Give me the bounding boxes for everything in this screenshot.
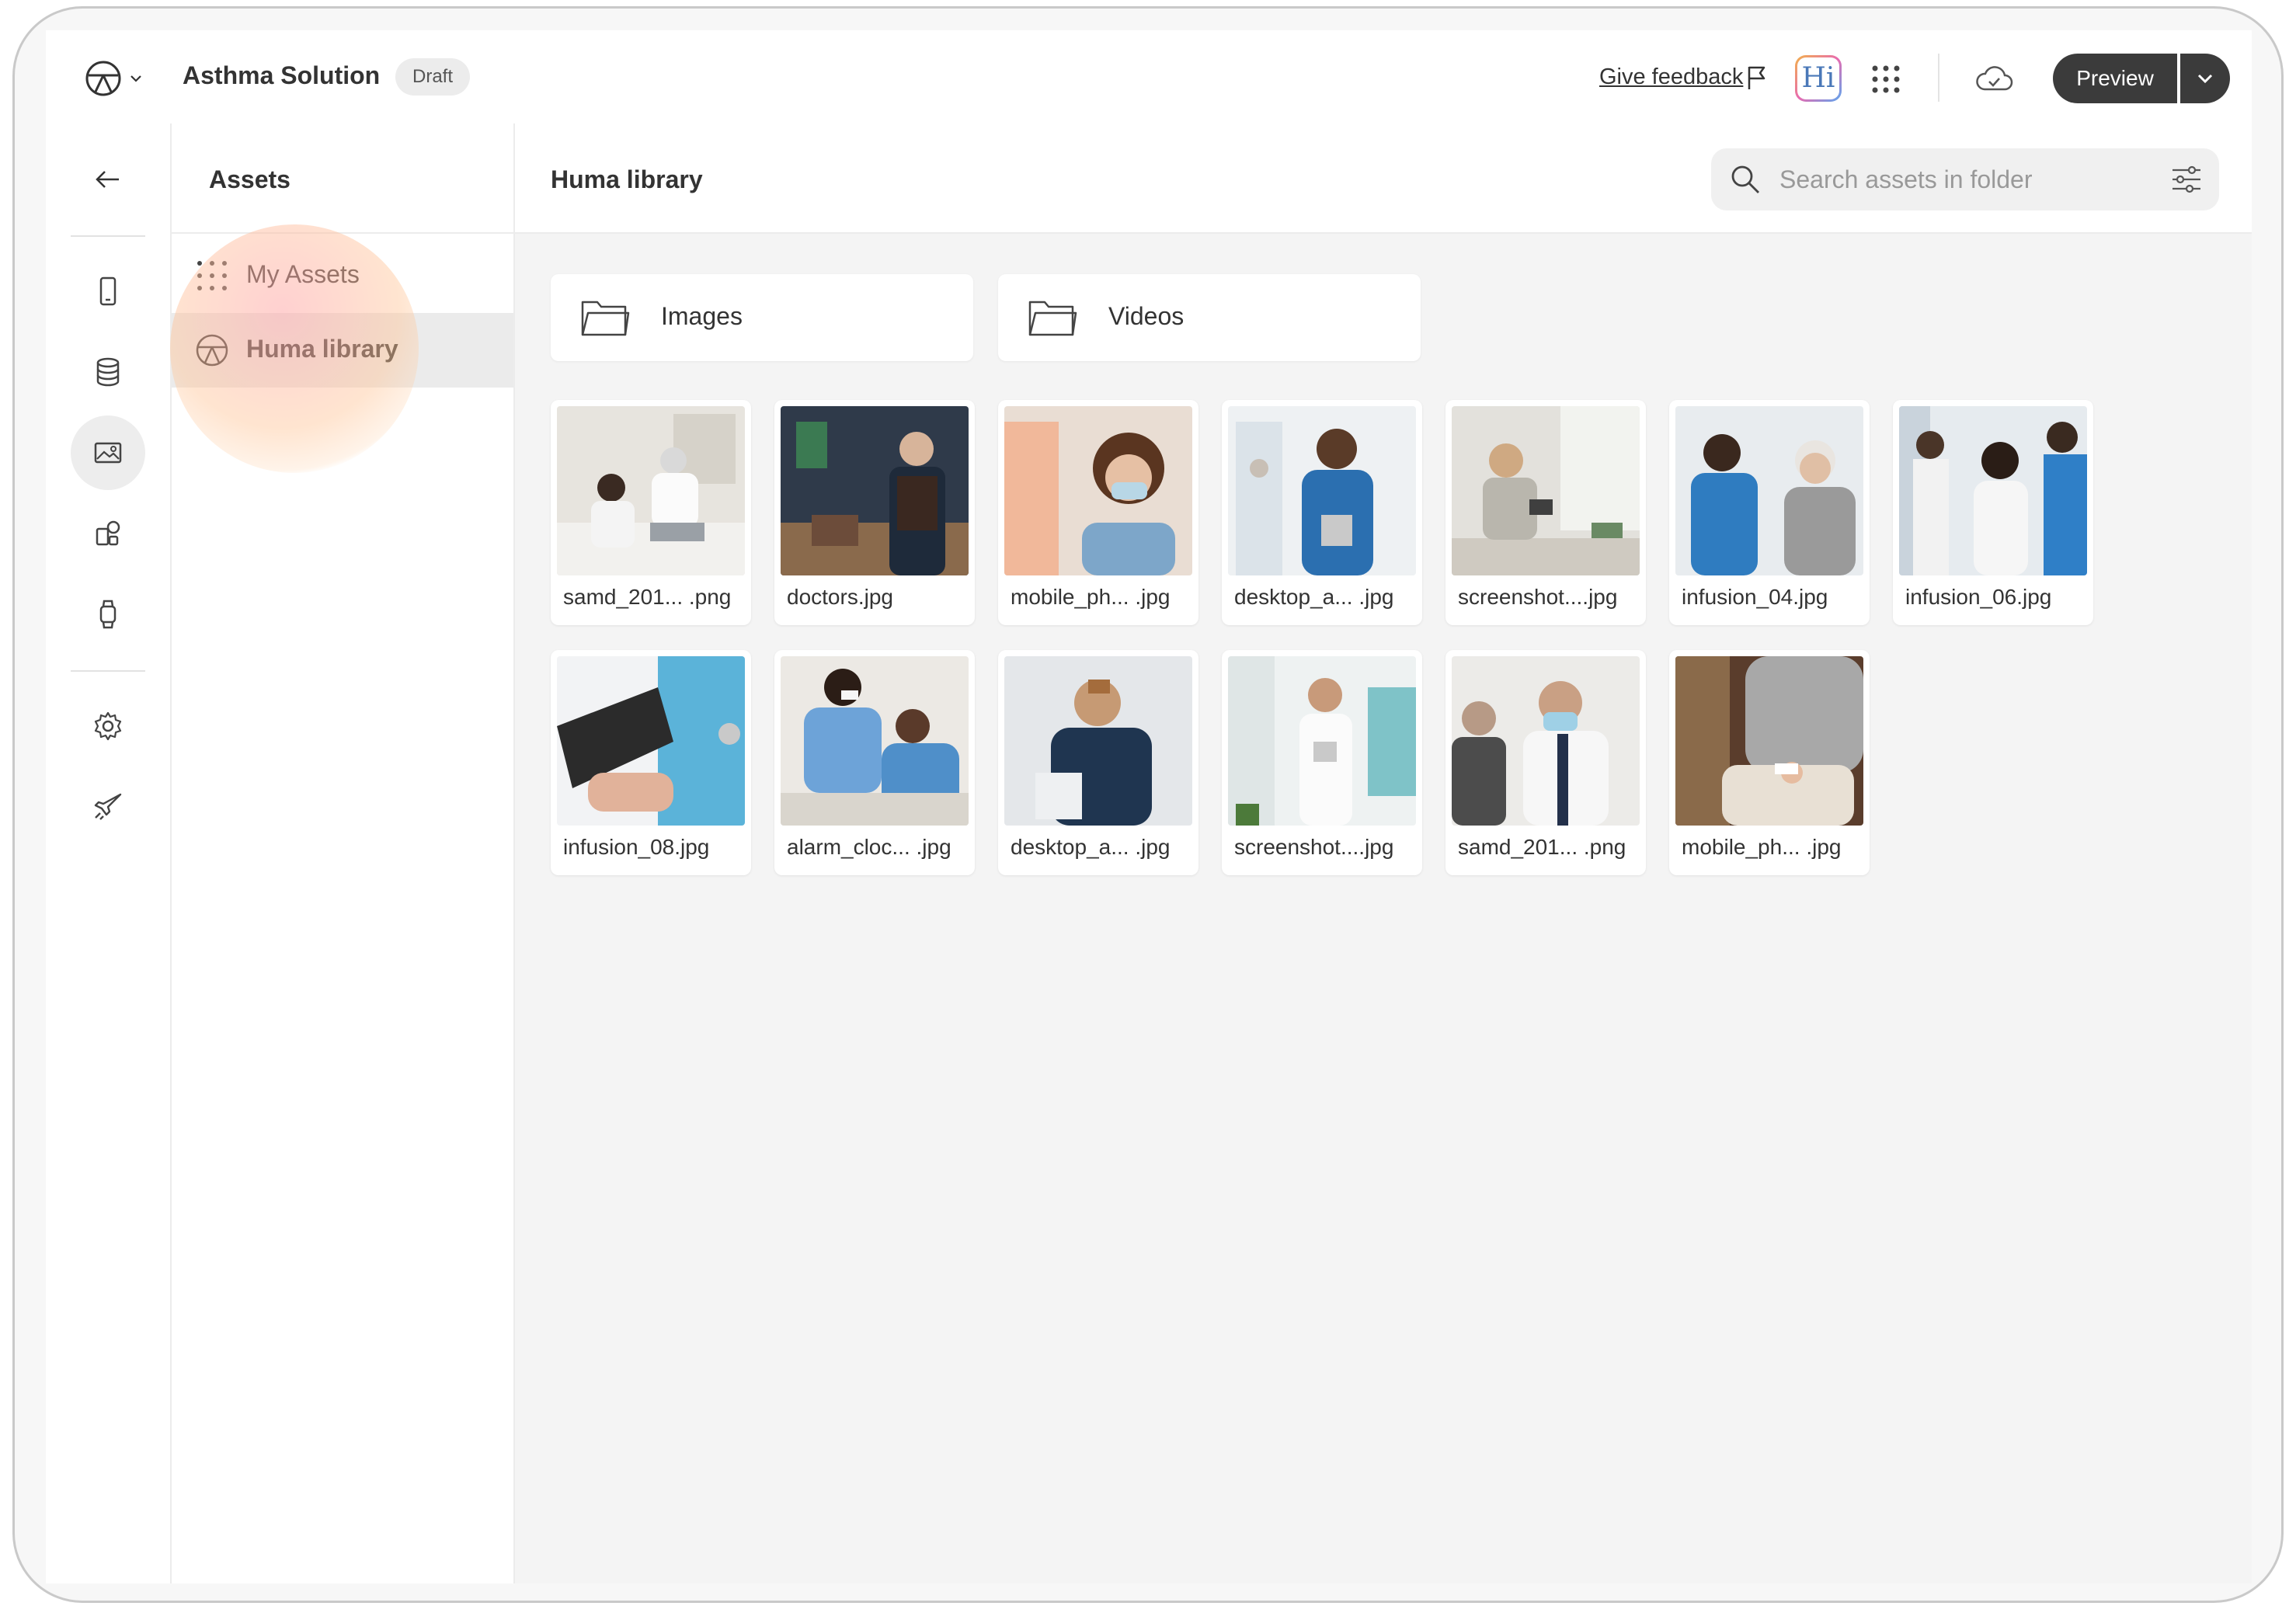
chevron-down-icon[interactable]	[128, 71, 144, 86]
rail-item-data[interactable]	[71, 335, 145, 409]
folder-label: Videos	[1108, 302, 1185, 330]
divider	[71, 670, 145, 672]
asset-thumbnail	[781, 406, 969, 575]
assets-sidebar: Assets My Assets Huma library	[172, 123, 515, 1583]
asset-card[interactable]: samd_201... .png	[1445, 650, 1646, 875]
divider	[71, 235, 145, 237]
asset-name: desktop_a... .jpg	[1011, 835, 1171, 859]
asset-thumbnail	[557, 406, 745, 575]
module-icon	[96, 520, 120, 546]
cloud-check-icon	[1976, 66, 2013, 91]
page-title: Huma library	[551, 165, 703, 193]
dots-grid-icon	[197, 261, 227, 290]
asset-name: alarm_cloc... .jpg	[787, 835, 951, 859]
search-icon	[1731, 165, 1759, 193]
folder-card-videos[interactable]: Videos	[998, 274, 1421, 361]
sidebar-item-my-assets[interactable]: My Assets	[172, 238, 513, 313]
asset-card[interactable]: infusion_08.jpg	[551, 650, 751, 875]
huma-logo-icon[interactable]	[85, 60, 122, 97]
asset-name: screenshot....jpg	[1234, 835, 1394, 859]
app-screen: Asthma Solution Draft Give feedback Hi P…	[46, 30, 2252, 1583]
image-icon	[94, 442, 122, 464]
asset-thumbnail	[1004, 656, 1192, 826]
apps-grid-icon[interactable]	[1870, 63, 1902, 96]
rail-item-publish[interactable]	[71, 770, 145, 844]
database-icon	[96, 357, 120, 387]
asset-card[interactable]: doctors.jpg	[774, 400, 975, 625]
sidebar-item-label: My Assets	[246, 260, 360, 288]
asset-name: infusion_06.jpg	[1905, 585, 2052, 609]
folder-icon	[581, 301, 630, 336]
rail-item-assets[interactable]	[71, 415, 145, 490]
sidebar-title: Assets	[209, 165, 290, 193]
asset-thumbnail	[1004, 406, 1192, 575]
give-feedback-link[interactable]: Give feedback	[1599, 64, 1743, 90]
chevron-down-icon	[2197, 74, 2213, 84]
back-button[interactable]	[71, 142, 145, 217]
rocket-icon	[94, 793, 122, 820]
device-frame: Asthma Solution Draft Give feedback Hi P…	[12, 6, 2284, 1603]
asset-card[interactable]: mobile_ph... .jpg	[1669, 650, 1870, 875]
settings-icon	[94, 711, 122, 741]
filter-sliders-icon[interactable]	[2171, 165, 2202, 193]
divider	[172, 232, 513, 234]
asset-card[interactable]: screenshot....jpg	[1222, 650, 1422, 875]
asset-thumbnail	[1675, 656, 1863, 826]
asset-card[interactable]: screenshot....jpg	[1445, 400, 1646, 625]
asset-name: screenshot....jpg	[1458, 585, 1618, 609]
asset-thumbnail	[781, 656, 969, 826]
asset-thumbnail	[1452, 656, 1640, 826]
rail-item-settings[interactable]	[71, 689, 145, 763]
sidebar-item-huma-library[interactable]: Huma library	[172, 313, 513, 388]
sidebar-item-label: Huma library	[246, 335, 398, 363]
search-input[interactable]	[1779, 162, 2152, 196]
asset-name: mobile_ph... .jpg	[1011, 585, 1171, 609]
asset-name: desktop_a... .jpg	[1234, 585, 1394, 609]
huma-logo-icon	[196, 334, 228, 367]
asset-card[interactable]: desktop_a... .jpg	[998, 650, 1198, 875]
asset-card[interactable]: infusion_06.jpg	[1893, 400, 2093, 625]
preview-dropdown-button[interactable]	[2180, 54, 2230, 103]
mobile-icon	[99, 276, 117, 306]
folder-label: Images	[661, 302, 743, 330]
asset-name: infusion_04.jpg	[1682, 585, 1828, 609]
back-arrow-icon	[96, 171, 119, 188]
watch-icon	[99, 600, 117, 629]
hi-assistant-button[interactable]: Hi	[1795, 55, 1842, 102]
asset-thumbnail	[1452, 406, 1640, 575]
divider	[1938, 54, 1939, 102]
preview-button[interactable]: Preview	[2053, 54, 2177, 103]
main-header: Huma library	[515, 123, 2252, 234]
rail-item-devices[interactable]	[71, 577, 145, 652]
folder-card-images[interactable]: Images	[551, 274, 973, 361]
search-bar[interactable]	[1711, 148, 2219, 210]
asset-card[interactable]: alarm_cloc... .jpg	[774, 650, 975, 875]
asset-name: samd_201... .png	[563, 585, 732, 609]
asset-card[interactable]: samd_201... .png	[551, 400, 751, 625]
top-bar: Asthma Solution Draft Give feedback Hi P…	[46, 30, 2252, 125]
app-title: Asthma Solution	[183, 61, 381, 89]
asset-thumbnail	[557, 656, 745, 826]
flag-icon[interactable]	[1745, 64, 1769, 91]
asset-name: infusion_08.jpg	[563, 835, 710, 859]
asset-name: mobile_ph... .jpg	[1682, 835, 1842, 859]
folder-icon	[1028, 301, 1077, 336]
asset-thumbnail	[1228, 656, 1416, 826]
asset-thumbnail	[1228, 406, 1416, 575]
asset-card[interactable]: mobile_ph... .jpg	[998, 400, 1198, 625]
main-content: Huma library Search assets in folder Ima…	[515, 123, 2252, 1583]
asset-thumbnail	[1675, 406, 1863, 575]
rail-item-app[interactable]	[71, 254, 145, 329]
status-badge: Draft	[395, 58, 471, 96]
asset-card[interactable]: infusion_04.jpg	[1669, 400, 1870, 625]
rail-item-modules[interactable]	[71, 496, 145, 571]
asset-name: samd_201... .png	[1458, 835, 1626, 859]
asset-thumbnail	[1899, 406, 2087, 575]
asset-name: doctors.jpg	[787, 585, 893, 609]
asset-card[interactable]: desktop_a... .jpg	[1222, 400, 1422, 625]
nav-rail	[46, 123, 172, 1583]
